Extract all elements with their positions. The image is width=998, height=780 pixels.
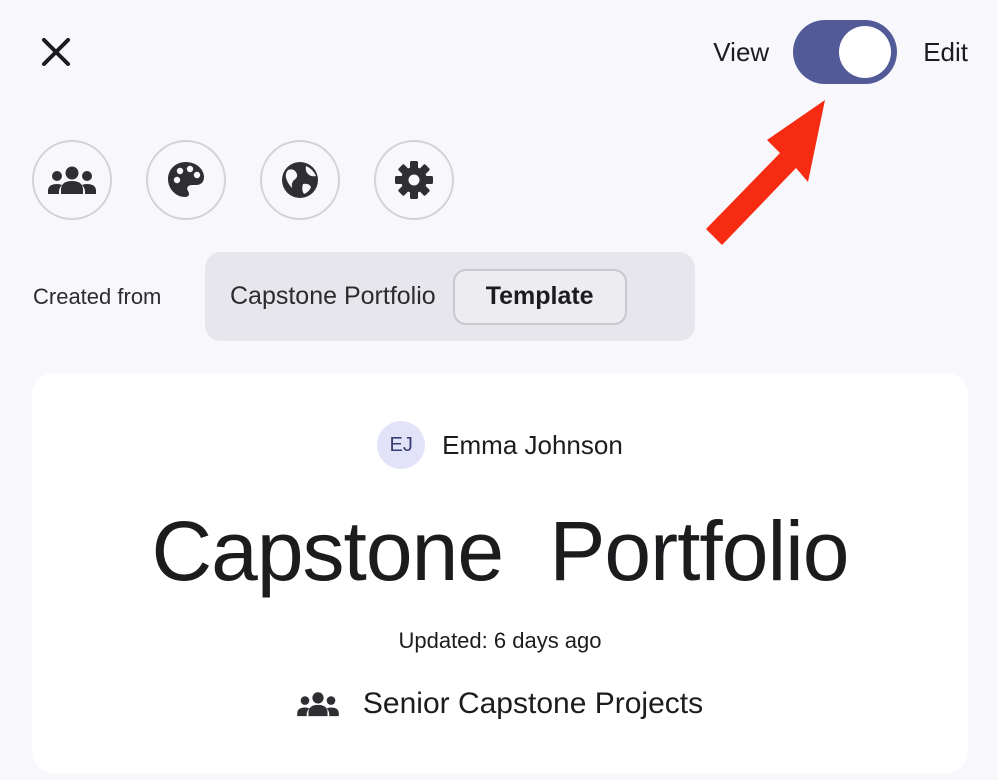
view-label[interactable]: View	[713, 37, 769, 68]
globe-icon	[282, 162, 318, 198]
avatar[interactable]: EJ	[377, 421, 426, 469]
close-icon	[42, 38, 70, 66]
page-title: Capstone Portfolio	[151, 504, 849, 598]
icon-toolbar	[32, 140, 454, 220]
edit-label[interactable]: Edit	[923, 37, 968, 68]
people-icon	[48, 166, 96, 194]
members-button[interactable]	[32, 140, 112, 220]
portfolio-card: EJ Emma Johnson Capstone Portfolio Updat…	[32, 373, 968, 773]
gear-icon	[395, 161, 433, 199]
author-name[interactable]: Emma Johnson	[442, 430, 623, 461]
template-chip[interactable]: Template	[452, 268, 627, 325]
mode-switch[interactable]	[793, 20, 898, 84]
updated-timestamp: Updated: 6 days ago	[398, 628, 602, 653]
theme-button[interactable]	[146, 140, 226, 220]
source-pill[interactable]: Capstone Portfolio Template	[205, 252, 695, 341]
group-row[interactable]: Senior Capstone Projects	[32, 687, 968, 721]
close-button[interactable]	[34, 30, 78, 74]
settings-button[interactable]	[374, 140, 454, 220]
switch-knob	[839, 26, 892, 78]
visibility-button[interactable]	[260, 140, 340, 220]
created-from-label: Created from	[33, 284, 162, 309]
palette-icon	[168, 162, 204, 197]
annotation-arrow	[706, 100, 825, 245]
page: View Edit Created from Capstone Portfoli…	[0, 0, 998, 780]
group-name: Senior Capstone Projects	[362, 687, 704, 720]
view-edit-toggle: View Edit	[713, 20, 968, 84]
source-name: Capstone Portfolio	[230, 282, 436, 310]
people-icon	[297, 691, 339, 717]
author-row: EJ Emma Johnson	[32, 421, 968, 469]
